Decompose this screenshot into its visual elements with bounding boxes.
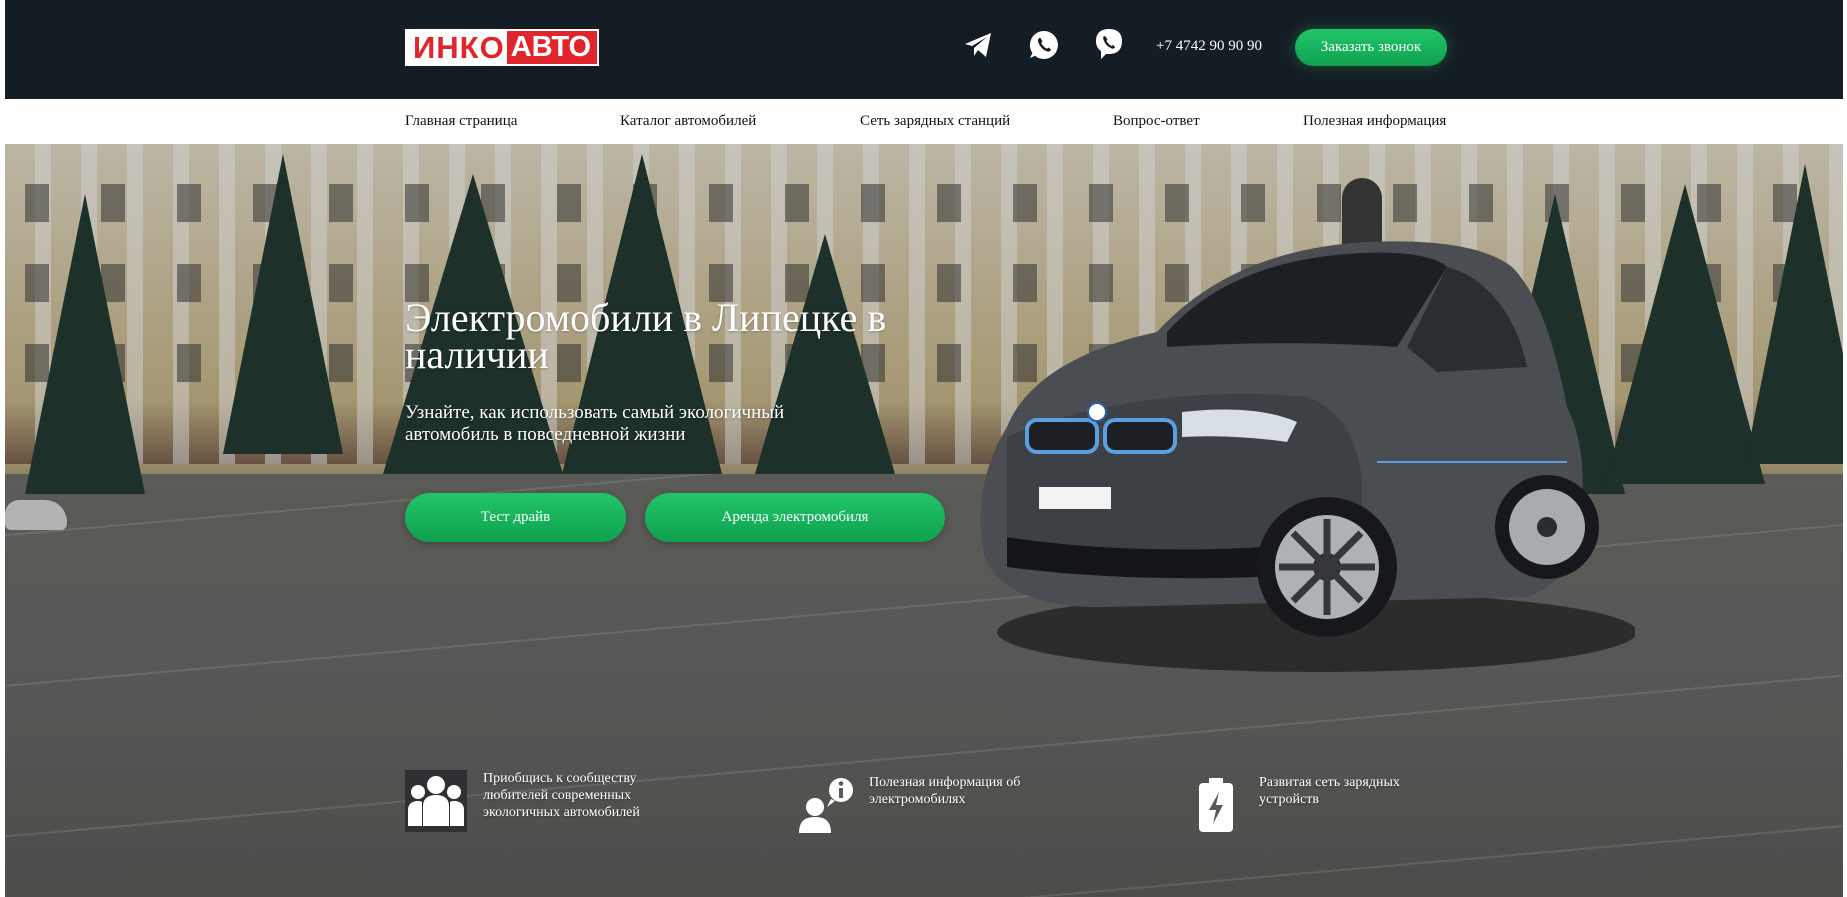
whatsapp-icon[interactable] bbox=[1027, 28, 1061, 62]
feature-charging-network-text: Развитая сеть зарядных устройств bbox=[1259, 775, 1400, 807]
main-nav: Главная страница Каталог автомобилей Сет… bbox=[5, 99, 1843, 144]
hero-title: Электромобили в Липецке в наличии bbox=[405, 295, 887, 377]
feature-useful-info-text: Полезная информация об электромобилях bbox=[869, 775, 1021, 807]
nav-item-home[interactable]: Главная страница bbox=[405, 113, 517, 130]
test-drive-button[interactable]: Тест драйв bbox=[405, 493, 626, 542]
feature-useful-info: Полезная информация об электромобилях bbox=[795, 774, 1039, 836]
feature-community: Приобщись к сообществу любителей совреме… bbox=[405, 770, 658, 832]
feature-community-text: Приобщись к сообществу любителей совреме… bbox=[483, 771, 640, 820]
phone-number[interactable]: +7 4742 90 90 90 bbox=[1156, 38, 1262, 55]
page: ИНКО АВТО +7 4742 90 90 90 Заказать звон… bbox=[5, 0, 1843, 897]
telegram-icon[interactable] bbox=[961, 28, 995, 62]
nav-item-faq[interactable]: Вопрос-ответ bbox=[1113, 113, 1200, 130]
logo[interactable]: ИНКО АВТО bbox=[405, 29, 600, 66]
logo-part-1: ИНКО bbox=[407, 31, 507, 64]
nav-item-useful-info[interactable]: Полезная информация bbox=[1303, 113, 1446, 130]
request-call-button[interactable]: Заказать звонок bbox=[1295, 29, 1447, 66]
info-person-icon bbox=[795, 774, 857, 836]
viber-icon[interactable] bbox=[1092, 28, 1126, 62]
logo-part-2: АВТО bbox=[506, 31, 598, 64]
rent-ev-button[interactable]: Аренда электромобиля bbox=[645, 493, 945, 542]
nav-item-catalog[interactable]: Каталог автомобилей bbox=[620, 113, 756, 130]
feature-charging-network: Развитая сеть зарядных устройств bbox=[1185, 774, 1419, 836]
battery-charge-icon bbox=[1185, 774, 1247, 836]
hero-subtitle: Узнайте, как использовать самый экологич… bbox=[405, 402, 785, 445]
community-icon bbox=[405, 770, 467, 832]
nav-item-charging-network[interactable]: Сеть зарядных станций bbox=[860, 113, 1010, 130]
hero-section: Электромобили в Липецке в наличии Узнайт… bbox=[5, 144, 1843, 897]
top-header: ИНКО АВТО +7 4742 90 90 90 Заказать звон… bbox=[5, 0, 1843, 99]
electric-car-image bbox=[980, 241, 1635, 672]
